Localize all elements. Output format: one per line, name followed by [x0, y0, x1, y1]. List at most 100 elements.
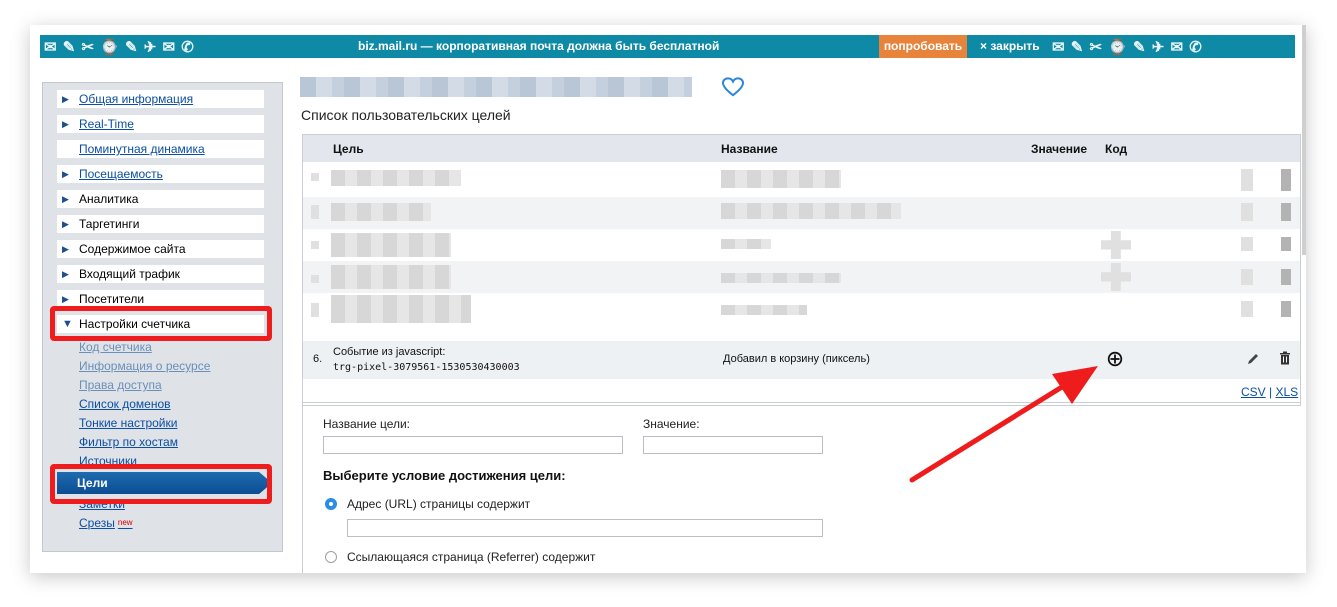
banner-text[interactable]: biz.mail.ru — корпоративная почта должна…: [358, 35, 719, 58]
banner-decoration-left: ✉ ✎ ✂ ⌚ ✎ ✈ ✉ ✆: [44, 35, 195, 58]
sidebar-item-incoming-traffic[interactable]: ▶ Входящий трафик: [57, 265, 264, 283]
highlight-goals: [50, 464, 272, 504]
edit-pencil-icon[interactable]: [1246, 352, 1260, 366]
radio-url-contains[interactable]: [325, 498, 337, 510]
arrow-right-icon: ▶: [62, 219, 69, 229]
table-row[interactable]: [303, 197, 1300, 229]
banner-decoration-right: ✉ ✎ ✂ ⌚ ✎ ✈ ✉ ✆: [1052, 35, 1203, 58]
subitem-host-filter[interactable]: Фильтр по хостам: [79, 434, 178, 450]
subitem-counter-code[interactable]: Код счетчика: [79, 339, 152, 355]
subitem-slices[interactable]: Срезы new: [79, 515, 133, 531]
goal-name-label: Название цели:: [323, 417, 411, 431]
blurred-cell: [311, 241, 319, 249]
radio-url-label[interactable]: Адрес (URL) страницы содержит: [347, 497, 530, 511]
blurred-icon: [1101, 263, 1131, 291]
blurred-cell: [1281, 301, 1291, 317]
sidebar-item-label[interactable]: Содержимое сайта: [79, 240, 186, 258]
page-scrollbar[interactable]: [1302, 25, 1306, 255]
subitem-slices-label[interactable]: Срезы: [79, 516, 115, 530]
trash-icon[interactable]: [1279, 351, 1291, 365]
blurred-site-title: [300, 77, 692, 97]
blurred-cell: [1241, 269, 1253, 285]
blurred-cell: [331, 233, 451, 257]
blurred-cell: [721, 239, 771, 249]
goal-form: Название цели: Значение: Выберите услови…: [302, 402, 1300, 573]
blurred-cell: [331, 295, 471, 323]
sidebar-item-label[interactable]: Посещаемость: [79, 165, 163, 183]
arrow-right-icon: ▶: [62, 269, 69, 279]
blurred-cell: [331, 203, 431, 221]
blurred-cell: [721, 170, 841, 188]
blurred-cell: [1241, 169, 1253, 191]
blurred-cell: [1281, 169, 1291, 191]
new-badge: new: [117, 518, 133, 527]
sidebar-item-label[interactable]: Поминутная динамика: [79, 140, 205, 158]
sidebar-item-label[interactable]: Входящий трафик: [79, 265, 180, 283]
page-title: Список пользовательских целей: [301, 107, 511, 123]
goal-code: trg-pixel-3079561-1530530430003: [333, 362, 520, 373]
row-number: 6.: [313, 353, 323, 365]
heart-icon[interactable]: [722, 77, 744, 97]
subitem-resource-info[interactable]: Информация о ресурсе: [79, 358, 210, 374]
decor-icons: ✉ ✎ ✂ ⌚ ✎ ✈ ✉ ✆: [1052, 38, 1203, 56]
arrow-right-icon: ▶: [62, 244, 69, 254]
subitem-domain-list[interactable]: Список доменов: [79, 396, 171, 412]
export-csv-link[interactable]: CSV: [1241, 385, 1266, 399]
sidebar-item-site-content[interactable]: ▶ Содержимое сайта: [57, 240, 264, 258]
blurred-cell: [1241, 237, 1253, 251]
radio-referrer-contains[interactable]: [325, 551, 337, 563]
subitem-fine-settings[interactable]: Тонкие настройки: [79, 415, 177, 431]
column-code: Код: [1105, 142, 1128, 156]
close-banner-button[interactable]: × закрыть: [980, 35, 1040, 58]
blurred-cell: [1281, 269, 1291, 285]
blurred-cell: [311, 173, 319, 181]
blurred-cell: [311, 275, 319, 283]
table-row[interactable]: [303, 261, 1300, 293]
blurred-cell: [721, 305, 807, 315]
sidebar-item-label[interactable]: Real-Time: [79, 115, 134, 133]
blurred-cell: [311, 205, 319, 219]
value-input[interactable]: [643, 436, 823, 454]
blurred-cell: [331, 170, 461, 186]
export-separator: |: [1269, 385, 1273, 399]
subitem-access-rights[interactable]: Права доступа: [79, 377, 162, 393]
table-row-pixel-goal[interactable]: 6. Событие из javascript: trg-pixel-3079…: [303, 341, 1300, 379]
arrow-right-icon: ▶: [62, 169, 69, 179]
blurred-cell: [1281, 203, 1291, 221]
arrow-right-icon: ▶: [62, 194, 69, 204]
value-label: Значение:: [643, 417, 700, 431]
sidebar-item-traffic[interactable]: ▶ Посещаемость: [57, 165, 264, 183]
column-goal: Цель: [333, 142, 364, 156]
sidebar-item-general[interactable]: ▶ Общая информация: [57, 90, 264, 108]
url-contains-input[interactable]: [347, 519, 823, 537]
table-row[interactable]: [303, 293, 1300, 325]
try-button[interactable]: попробовать: [879, 35, 967, 58]
sidebar-item-analytics[interactable]: ▶ Аналитика: [57, 190, 264, 208]
decor-icons: ✉ ✎ ✂ ⌚ ✎ ✈ ✉ ✆: [44, 38, 195, 56]
browser-window: ✉ ✎ ✂ ⌚ ✎ ✈ ✉ ✆ biz.mail.ru — корпоратив…: [30, 25, 1306, 573]
target-code-icon[interactable]: [1107, 351, 1123, 367]
sidebar-item-realtime[interactable]: ▶ Real-Time: [57, 115, 264, 133]
condition-heading: Выберите условие достижения цели:: [323, 468, 566, 483]
blurred-cell: [1241, 203, 1253, 221]
sidebar-item-label[interactable]: Таргетинги: [79, 215, 139, 233]
export-xls-link[interactable]: XLS: [1276, 385, 1299, 399]
blurred-cell: [721, 203, 901, 219]
sidebar-item-minute-dynamics[interactable]: Поминутная динамика: [57, 140, 264, 158]
export-links: CSV | XLS: [1241, 385, 1298, 399]
column-value: Значение: [1031, 142, 1088, 156]
promo-banner: ✉ ✎ ✂ ⌚ ✎ ✈ ✉ ✆ biz.mail.ru — корпоратив…: [40, 35, 1295, 58]
sidebar-item-targeting[interactable]: ▶ Таргетинги: [57, 215, 264, 233]
goal-name: Добавил в корзину (пиксель): [723, 353, 870, 365]
table-row[interactable]: [303, 229, 1300, 261]
sidebar-item-label[interactable]: Общая информация: [79, 90, 193, 108]
arrow-right-icon: ▶: [62, 94, 69, 104]
table-row[interactable]: [303, 165, 1300, 197]
sidebar-item-label[interactable]: Аналитика: [79, 190, 138, 208]
arrow-right-icon: ▶: [62, 119, 69, 129]
radio-referrer-label[interactable]: Ссылающаяся страница (Referrer) содержит: [347, 550, 595, 564]
goal-name-input[interactable]: [323, 436, 623, 454]
goal-event-label: Событие из javascript:: [333, 346, 446, 358]
highlight-counter-settings: [50, 306, 272, 341]
goals-table: Цель Название Значение Код 6. Событие из…: [302, 134, 1301, 406]
